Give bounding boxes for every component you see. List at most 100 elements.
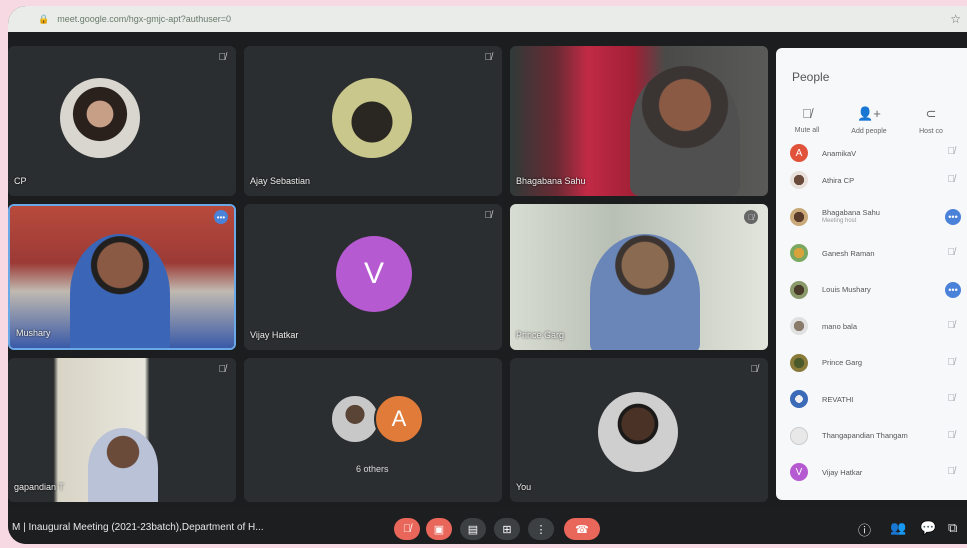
list-item[interactable]: REVATHI 🎙̸ [776, 381, 967, 418]
panel-actions: 🎙̸ Mute all 👤+ Add people ⊂ Host co [776, 106, 967, 135]
url-text[interactable]: meet.google.com/hgx-gmjc-apt?authuser=0 [57, 14, 231, 24]
list-item[interactable]: Athira CP 🎙̸ [776, 162, 967, 199]
participant-avatar [790, 280, 808, 299]
present-button[interactable]: ⊞ [494, 518, 520, 540]
mic-off-icon: 🎙̸ [947, 247, 956, 258]
participant-name: gapandian T [14, 482, 64, 492]
participant-name: Bhagabana Sahu Meeting host [822, 208, 880, 226]
participant-avatar [790, 171, 808, 190]
participant-name: Mushary [16, 328, 51, 338]
list-item[interactable]: Bhagabana Sahu Meeting host ••• [776, 199, 967, 236]
self-tile[interactable]: You 🎙̸ [510, 358, 768, 502]
list-item[interactable]: V Vijay Hatkar 🎙̸ [776, 454, 967, 491]
more-options-button[interactable]: ⋮ [528, 518, 554, 540]
mute-all-button[interactable]: 🎙̸ Mute all [776, 106, 838, 135]
participant-avatar [790, 244, 808, 263]
end-call-button[interactable]: ☎ [564, 518, 600, 540]
action-label: Mute all [794, 127, 820, 134]
mic-off-icon: 🎙̸ [744, 210, 758, 224]
lock-icon: 🔒 [38, 13, 50, 24]
host-controls-icon: ⊂ [925, 106, 937, 121]
speaker-figure [88, 428, 158, 502]
self-avatar [598, 392, 678, 472]
participant-tile[interactable]: V Vijay Hatkar 🎙̸ [244, 204, 502, 350]
mic-off-icon: 🎙̸ [947, 393, 956, 404]
participant-letter-avatar: A [790, 144, 808, 162]
participant-list: A AnamikaV 🎙̸ Athira CP 🎙̸ Bhagabana Sah… [776, 144, 967, 491]
panel-title: People [792, 70, 830, 84]
camera-off-icon: ▣ [433, 523, 445, 536]
mic-off-icon: 🎙̸ [750, 364, 759, 375]
mic-off-icon: 🎙̸ [218, 364, 227, 375]
participant-name: AnamikaV [822, 148, 857, 158]
captions-button[interactable]: ▤ [460, 518, 486, 540]
participant-letter-avatar: A [374, 394, 424, 444]
list-item[interactable]: Prince Garg 🎙̸ [776, 345, 967, 382]
mic-off-icon: 🎙̸ [947, 146, 956, 157]
action-label: Add people [851, 128, 887, 135]
add-people-button[interactable]: 👤+ Add people [838, 106, 900, 135]
more-vert-icon: ⋮ [535, 523, 547, 536]
participant-avatar [790, 353, 808, 372]
mic-off-icon: 🎙̸ [947, 320, 956, 331]
more-options-icon[interactable]: ••• [214, 210, 228, 224]
list-item[interactable]: mano bala 🎙̸ [776, 308, 967, 345]
mic-off-icon: 🎙̸ [402, 523, 412, 535]
participant-avatar [60, 78, 140, 158]
participant-name: Bhagabana Sahu [516, 176, 586, 186]
participant-letter-avatar: V [790, 463, 808, 482]
list-item[interactable]: Louis Mushary ••• [776, 272, 967, 309]
mic-off-icon: 🎙̸ [802, 106, 812, 121]
participant-tile-video[interactable]: Bhagabana Sahu [510, 46, 768, 196]
participant-name: CP [14, 176, 27, 186]
speaker-figure [70, 234, 170, 348]
participant-name: Vijay Hatkar [822, 467, 863, 477]
host-controls-button[interactable]: ⊂ Host co [900, 106, 962, 135]
list-item[interactable]: A AnamikaV 🎙̸ [776, 144, 967, 162]
mic-off-icon: 🎙̸ [218, 52, 227, 63]
mic-off-icon: 🎙̸ [947, 429, 956, 441]
captions-icon: ▤ [467, 523, 479, 536]
mic-toggle-button[interactable]: 🎙̸ [394, 518, 420, 540]
participant-tile[interactable]: Ajay Sebastian 🎙̸ [244, 46, 502, 196]
participant-name: Athira CP [822, 175, 855, 185]
participant-name: Thangapandian Thangam [822, 431, 908, 441]
activities-icon[interactable]: ⧉ [948, 520, 957, 536]
participant-name: Vijay Hatkar [250, 330, 299, 340]
participant-avatar [790, 426, 808, 445]
chat-icon[interactable]: 💬 [920, 520, 936, 536]
mic-off-icon: 🎙̸ [947, 356, 956, 368]
participant-name: REVATHI [822, 394, 854, 404]
participant-name: mano bala [822, 321, 858, 331]
participant-name: Ajay Sebastian [250, 176, 311, 186]
participant-avatar [790, 207, 808, 226]
others-tile[interactable]: A 6 others [244, 358, 502, 502]
more-options-icon[interactable]: ••• [945, 281, 961, 298]
participant-avatar [790, 390, 808, 409]
list-item[interactable]: Thangapandian Thangam 🎙̸ [776, 418, 967, 455]
participant-tile-video[interactable]: Prince Garg 🎙̸ [510, 204, 768, 350]
meeting-controls-bar: M | Inaugural Meeting (2021-23batch),Dep… [8, 506, 967, 544]
people-panel: People 🎙̸ Mute all 👤+ Add people ⊂ Host … [776, 48, 967, 500]
participant-role: Meeting host [822, 217, 857, 224]
participant-name: Ganesh Raman [822, 248, 875, 258]
star-icon[interactable]: ☆ [950, 12, 961, 26]
meeting-title: M | Inaugural Meeting (2021-23batch),Dep… [12, 522, 264, 533]
meeting-info-icon[interactable]: ⓘ [858, 520, 871, 539]
mic-off-icon: 🎙̸ [947, 466, 956, 477]
browser-url-bar[interactable]: 🔒 meet.google.com/hgx-gmjc-apt?authuser=… [8, 6, 967, 32]
participant-tile[interactable]: CP 🎙̸ [8, 46, 236, 196]
more-options-icon[interactable]: ••• [945, 208, 961, 225]
add-person-icon: 👤+ [857, 106, 881, 121]
end-call-icon: ☎ [575, 523, 589, 536]
participant-avatar [330, 394, 380, 444]
participant-name-text: Bhagabana Sahu [822, 207, 880, 217]
participant-tile-active-speaker[interactable]: Mushary ••• [8, 204, 236, 350]
mic-off-icon: 🎙̸ [484, 210, 493, 221]
camera-toggle-button[interactable]: ▣ [426, 518, 452, 540]
participant-name: You [516, 482, 532, 492]
list-item[interactable]: Ganesh Raman 🎙̸ [776, 235, 967, 272]
participant-tile-video[interactable]: gapandian T 🎙̸ [8, 358, 236, 502]
people-icon[interactable]: 👥 [890, 520, 906, 536]
others-count: 6 others [356, 464, 389, 474]
